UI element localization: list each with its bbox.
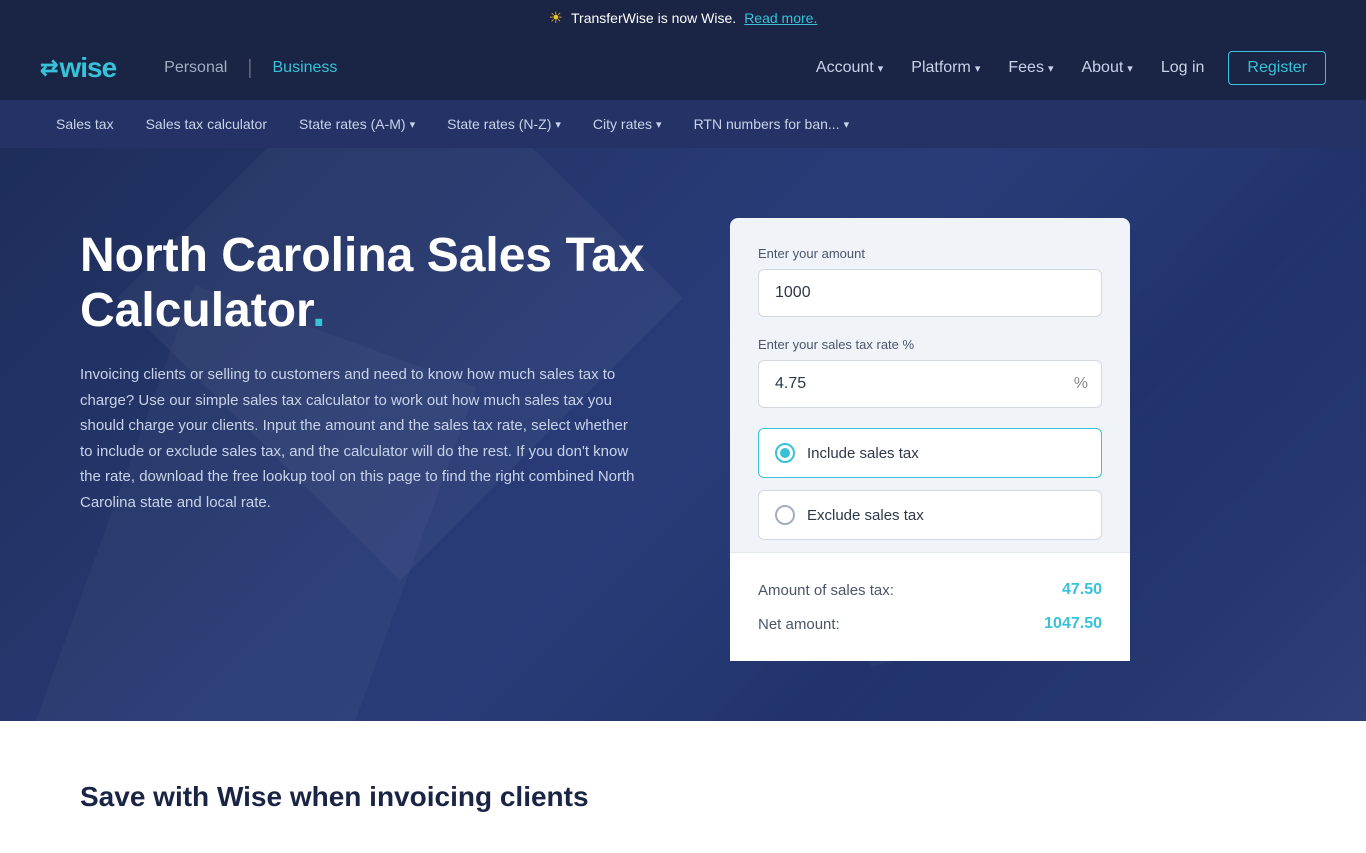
subnav-rtn[interactable]: RTN numbers for ban... ▾ — [678, 102, 866, 146]
tax-value: 47.50 — [1062, 581, 1102, 599]
page-title: North Carolina Sales Tax Calculator. — [80, 228, 730, 338]
rtn-chevron: ▾ — [844, 118, 850, 131]
rate-input[interactable] — [758, 360, 1102, 408]
hero-section: North Carolina Sales Tax Calculator. Inv… — [0, 148, 1366, 721]
percent-icon: % — [1074, 375, 1088, 393]
calc-results: Amount of sales tax: 47.50 Net amount: 1… — [730, 552, 1130, 661]
net-result-row: Net amount: 1047.50 — [758, 607, 1102, 641]
calculator-card: Enter your amount Enter your sales tax r… — [730, 218, 1130, 661]
nav-right: Account ▾ Platform ▾ Fees ▾ About ▾ Log … — [804, 51, 1326, 85]
nav-register[interactable]: Register — [1228, 51, 1326, 85]
net-value: 1047.50 — [1044, 615, 1102, 633]
include-label: Include sales tax — [807, 445, 919, 462]
account-chevron-icon: ▾ — [878, 62, 884, 75]
nav-personal[interactable]: Personal — [148, 39, 243, 97]
logo[interactable]: ⇄ wise — [40, 52, 116, 84]
hero-description: Invoicing clients or selling to customer… — [80, 362, 640, 515]
amount-input-wrap — [758, 269, 1102, 317]
amount-label: Enter your amount — [758, 246, 1102, 261]
tax-label: Amount of sales tax: — [758, 582, 894, 599]
title-dot: . — [312, 284, 325, 337]
subnav-city-rates[interactable]: City rates ▾ — [577, 102, 678, 146]
nav-about[interactable]: About ▾ — [1069, 51, 1144, 85]
city-rates-chevron: ▾ — [656, 118, 662, 131]
about-chevron-icon: ▾ — [1127, 62, 1133, 75]
include-radio-button[interactable] — [775, 443, 795, 463]
subnav-state-am[interactable]: State rates (A-M) ▾ — [283, 102, 431, 146]
logo-text: wise — [59, 52, 116, 84]
nav-left-links: Personal | Business — [148, 39, 353, 97]
rate-field: Enter your sales tax rate % % — [758, 337, 1102, 408]
subnav-sales-tax[interactable]: Sales tax — [40, 102, 130, 146]
state-am-chevron: ▾ — [410, 118, 416, 131]
sub-nav: Sales tax Sales tax calculator State rat… — [0, 100, 1366, 148]
net-label: Net amount: — [758, 616, 840, 633]
amount-input[interactable] — [758, 269, 1102, 317]
state-nz-chevron: ▾ — [555, 118, 561, 131]
subnav-calculator[interactable]: Sales tax calculator — [130, 102, 283, 146]
banner-text: TransferWise is now Wise. — [571, 10, 736, 26]
exclude-label: Exclude sales tax — [807, 507, 924, 524]
nav-divider: | — [243, 57, 256, 80]
hero-content: North Carolina Sales Tax Calculator. Inv… — [80, 208, 730, 515]
tax-result-row: Amount of sales tax: 47.50 — [758, 573, 1102, 607]
amount-field: Enter your amount — [758, 246, 1102, 317]
nav-login[interactable]: Log in — [1149, 51, 1217, 85]
fees-chevron-icon: ▾ — [1048, 62, 1054, 75]
nav-business[interactable]: Business — [257, 39, 354, 97]
subnav-state-nz[interactable]: State rates (N-Z) ▾ — [431, 102, 577, 146]
main-nav: ⇄ wise Personal | Business Account ▾ Pla… — [0, 36, 1366, 100]
nav-account[interactable]: Account ▾ — [804, 51, 895, 85]
exclude-sales-tax-option[interactable]: Exclude sales tax — [758, 490, 1102, 540]
bottom-title: Save with Wise when invoicing clients — [80, 781, 1286, 813]
rate-label: Enter your sales tax rate % — [758, 337, 1102, 352]
bottom-section: Save with Wise when invoicing clients — [0, 721, 1366, 853]
rate-input-wrap: % — [758, 360, 1102, 408]
include-sales-tax-option[interactable]: Include sales tax — [758, 428, 1102, 478]
sun-icon: ☀ — [549, 8, 563, 28]
exclude-radio-button[interactable] — [775, 505, 795, 525]
logo-icon: ⇄ — [40, 55, 57, 81]
nav-platform[interactable]: Platform ▾ — [899, 51, 992, 85]
banner-link[interactable]: Read more. — [744, 10, 817, 26]
platform-chevron-icon: ▾ — [975, 62, 981, 75]
nav-fees[interactable]: Fees ▾ — [996, 51, 1065, 85]
top-banner: ☀ TransferWise is now Wise. Read more. — [0, 0, 1366, 36]
